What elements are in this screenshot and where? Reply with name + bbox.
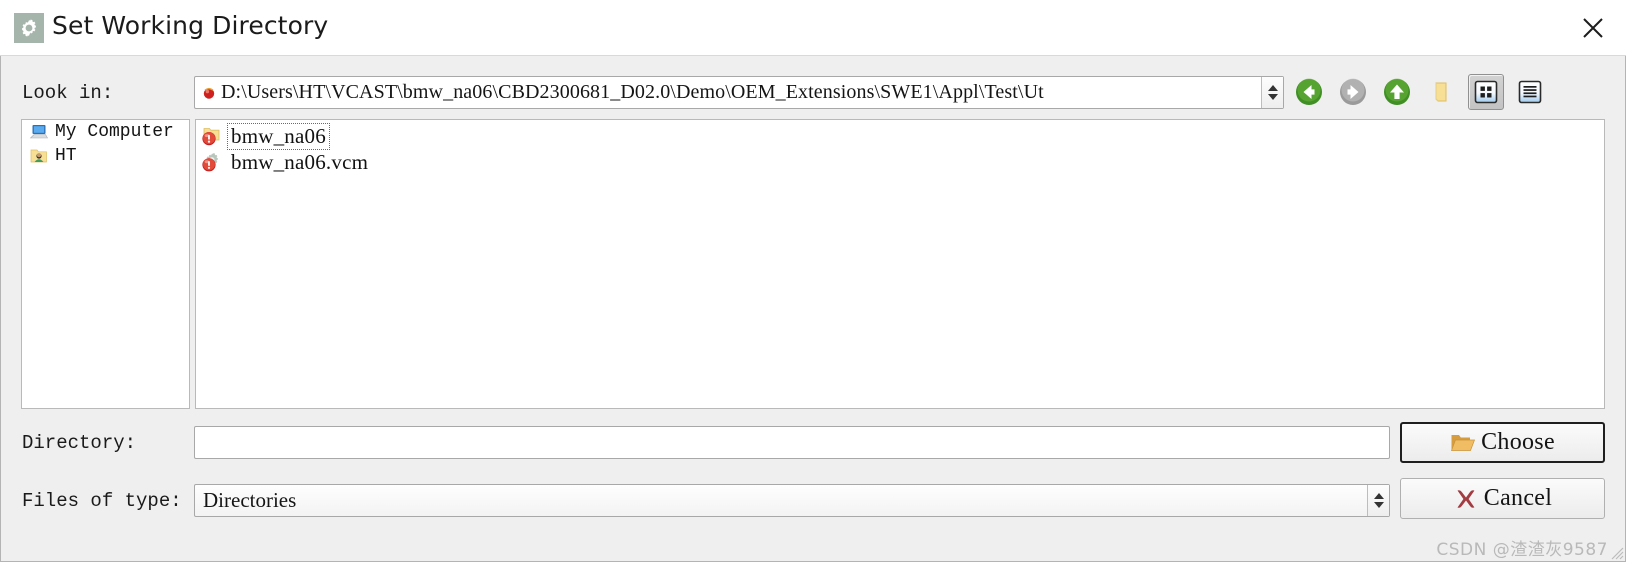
sidebar-item-label: HT <box>55 146 77 166</box>
grid-view-icon <box>1474 80 1498 104</box>
open-folder-icon <box>1451 434 1476 451</box>
look-in-dropdown-icon[interactable] <box>1261 77 1283 108</box>
computer-icon <box>29 125 49 139</box>
watermark-text: CSDN @渣渣灰9587 <box>1436 540 1608 560</box>
list-view-icon <box>1518 80 1542 104</box>
user-folder-icon <box>30 149 47 163</box>
detail-view-button[interactable] <box>1512 74 1548 110</box>
look-in-path: D:\Users\HT\VCAST\bmw_na06\CBD2300681_D0… <box>221 81 1044 103</box>
back-button[interactable] <box>1293 76 1325 108</box>
sidebar-item-ht[interactable]: HT <box>22 144 189 168</box>
folder-red-badge-icon <box>202 128 220 146</box>
resize-grip-icon[interactable] <box>1610 546 1624 560</box>
file-list-pane[interactable]: bmw_na06 bmw_na06.vcm <box>195 119 1605 409</box>
sidebar-item-label: My Computer <box>55 122 174 142</box>
red-ball-icon <box>203 87 215 99</box>
files-of-type-combobox[interactable]: Directories <box>194 484 1390 517</box>
sidebar-item-my-computer[interactable]: My Computer <box>22 120 189 144</box>
places-sidebar[interactable]: My Computer HT <box>21 119 190 409</box>
files-of-type-value: Directories <box>203 488 297 512</box>
list-item[interactable]: bmw_na06 <box>196 122 374 150</box>
icon-view-button[interactable] <box>1468 74 1504 110</box>
file-name: bmw_na06 <box>227 122 330 150</box>
page-title: Set Working Directory <box>52 11 329 40</box>
arrow-left-circle-icon <box>1296 78 1322 105</box>
cancel-button[interactable]: Cancel <box>1400 478 1605 519</box>
files-of-type-dropdown-icon[interactable] <box>1367 485 1389 516</box>
new-folder-button[interactable] <box>1425 76 1457 108</box>
title-bar: Set Working Directory <box>0 0 1626 56</box>
arrow-right-circle-icon <box>1340 78 1366 105</box>
cancel-button-label: Cancel <box>1483 485 1553 511</box>
directory-input[interactable] <box>194 426 1390 459</box>
choose-button[interactable]: Choose <box>1400 422 1605 463</box>
file-name: bmw_na06.vcm <box>231 149 369 174</box>
look-in-combobox[interactable]: D:\Users\HT\VCAST\bmw_na06\CBD2300681_D0… <box>194 76 1284 109</box>
gear-icon <box>14 13 44 43</box>
list-item[interactable]: bmw_na06.vcm <box>196 149 374 175</box>
red-x-icon <box>1457 489 1475 508</box>
choose-button-label: Choose <box>1481 429 1555 455</box>
forward-button[interactable] <box>1337 76 1369 108</box>
parent-directory-button[interactable] <box>1381 76 1413 108</box>
directory-label: Directory: <box>22 432 137 454</box>
gear-red-badge-icon <box>202 153 218 172</box>
arrow-up-circle-icon <box>1384 78 1410 105</box>
close-icon[interactable] <box>1570 6 1616 50</box>
files-of-type-label: Files of type: <box>22 490 182 512</box>
look-in-label: Look in: <box>22 82 114 104</box>
new-folder-icon <box>1435 82 1447 102</box>
